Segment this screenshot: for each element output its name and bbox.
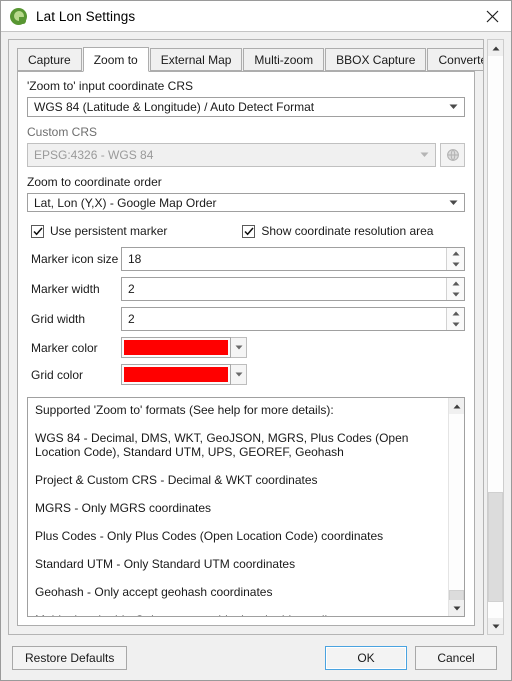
marker-icon-size-value: 18 (128, 252, 142, 267)
dialog-button-bar: Restore Defaults OK Cancel (1, 635, 511, 680)
input-crs-value: WGS 84 (Latitude & Longitude) / Auto Det… (34, 99, 315, 114)
lat-lon-settings-dialog: Lat Lon Settings Capture Zoom to Externa… (0, 0, 512, 681)
marker-icon-size-stepper[interactable] (446, 248, 464, 271)
grid-color-dropdown[interactable] (231, 364, 247, 386)
tab-capture[interactable]: Capture (17, 48, 82, 71)
window-title: Lat Lon Settings (36, 8, 136, 24)
show-coordinate-resolution-area-label: Show coordinate resolution area (261, 224, 434, 239)
marker-width-value: 2 (128, 282, 135, 297)
tab-bbox-capture[interactable]: BBOX Capture (325, 48, 427, 71)
dialog-body: Capture Zoom to External Map Multi-zoom … (1, 32, 511, 635)
stepper-down-icon[interactable] (447, 259, 464, 270)
marker-color-label: Marker color (31, 340, 98, 355)
custom-crs-value: EPSG:4326 - WGS 84 (34, 147, 154, 162)
grid-color-button[interactable] (121, 364, 231, 386)
supported-formats-text: Supported 'Zoom to' formats (See help fo… (28, 398, 448, 616)
grid-width-input[interactable]: 2 (121, 307, 465, 332)
dialog-scrollbar[interactable] (487, 39, 504, 635)
chevron-down-icon (413, 144, 435, 166)
help-line: Plus Codes - Only Plus Codes (Open Locat… (35, 529, 384, 544)
stepper-down-icon[interactable] (447, 289, 464, 300)
help-line: Supported 'Zoom to' formats (See help fo… (35, 403, 334, 418)
supported-formats-panel: Supported 'Zoom to' formats (See help fo… (27, 397, 465, 617)
coord-order-combobox[interactable]: Lat, Lon (Y,X) - Google Map Order (27, 192, 465, 213)
grid-width-stepper[interactable] (446, 308, 464, 331)
show-coordinate-resolution-area-checkbox[interactable] (242, 224, 256, 238)
stepper-up-icon[interactable] (447, 278, 464, 289)
help-line: Project & Custom CRS - Decimal & WKT coo… (35, 473, 318, 488)
marker-icon-size-input[interactable]: 18 (121, 247, 465, 272)
custom-crs-label: Custom CRS (27, 124, 98, 139)
chevron-down-icon (442, 194, 464, 212)
help-line: MGRS - Only MGRS coordinates (35, 501, 212, 516)
supported-formats-scrollbar[interactable] (448, 398, 464, 616)
input-crs-label: 'Zoom to' input coordinate CRS (27, 79, 193, 93)
input-crs-combobox[interactable]: WGS 84 (Latitude & Longitude) / Auto Det… (27, 97, 465, 117)
use-persistent-marker-label: Use persistent marker (50, 224, 168, 239)
scrollbar-track[interactable] (449, 414, 464, 600)
grid-width-row: Grid width 2 (27, 307, 465, 332)
chevron-down-icon (442, 98, 464, 116)
custom-crs-row: EPSG:4326 - WGS 84 (27, 142, 465, 167)
marker-width-stepper[interactable] (446, 278, 464, 301)
marker-icon-size-label: Marker icon size (31, 252, 119, 267)
stepper-down-icon[interactable] (447, 319, 464, 330)
grid-color-row: Grid color (27, 364, 465, 386)
zoom-to-tab-panel: 'Zoom to' input coordinate CRS WGS 84 (L… (17, 71, 475, 626)
scroll-down-icon[interactable] (449, 600, 464, 616)
tab-bar: Capture Zoom to External Map Multi-zoom … (9, 40, 483, 72)
tab-external-map[interactable]: External Map (149, 48, 243, 71)
coord-order-label: Zoom to coordinate order (27, 174, 162, 189)
scroll-up-icon[interactable] (488, 40, 503, 56)
scroll-down-icon[interactable] (488, 618, 503, 634)
grid-color-label: Grid color (31, 367, 84, 382)
ok-button[interactable]: OK (325, 645, 407, 670)
tab-zoom-to[interactable]: Zoom to (82, 47, 149, 72)
help-line: WGS 84 - Decimal, DMS, WKT, GeoJSON, MGR… (35, 431, 409, 460)
close-icon[interactable] (477, 2, 507, 30)
stepper-up-icon[interactable] (447, 248, 464, 259)
dialog-scrollbar-thumb[interactable] (488, 492, 503, 602)
restore-defaults-button[interactable]: Restore Defaults (12, 645, 128, 670)
marker-color-row: Marker color (27, 337, 465, 359)
tab-converter[interactable]: Converter (427, 48, 483, 71)
custom-crs-combobox[interactable]: EPSG:4326 - WGS 84 (27, 142, 436, 167)
grid-width-value: 2 (128, 312, 135, 327)
marker-width-input[interactable]: 2 (121, 277, 465, 302)
title-bar: Lat Lon Settings (1, 1, 511, 32)
marker-icon-size-row: Marker icon size 18 (27, 247, 465, 272)
help-line: Standard UTM - Only Standard UTM coordin… (35, 557, 296, 572)
settings-scroll-region: Capture Zoom to External Map Multi-zoom … (8, 39, 484, 635)
grid-color-swatch (124, 367, 228, 383)
coord-order-value: Lat, Lon (Y,X) - Google Map Order (34, 195, 217, 210)
marker-color-swatch (124, 340, 228, 356)
cancel-button[interactable]: Cancel (415, 645, 497, 670)
help-line: Maidenhead grid - Only accept maidenhead… (35, 613, 440, 616)
checkbox-row: Use persistent marker Show coordinate re… (31, 224, 465, 238)
marker-width-label: Marker width (31, 282, 100, 297)
tab-multi-zoom[interactable]: Multi-zoom (243, 48, 325, 71)
globe-icon[interactable] (440, 142, 465, 167)
grid-width-label: Grid width (31, 312, 86, 327)
scroll-up-icon[interactable] (449, 398, 464, 415)
stepper-up-icon[interactable] (447, 308, 464, 319)
marker-color-button[interactable] (121, 337, 231, 359)
marker-width-row: Marker width 2 (27, 277, 465, 302)
help-line: Geohash - Only accept geohash coordinate… (35, 585, 273, 600)
use-persistent-marker-checkbox[interactable] (31, 224, 44, 238)
marker-color-dropdown[interactable] (231, 337, 247, 359)
qgis-logo-icon (10, 7, 27, 25)
